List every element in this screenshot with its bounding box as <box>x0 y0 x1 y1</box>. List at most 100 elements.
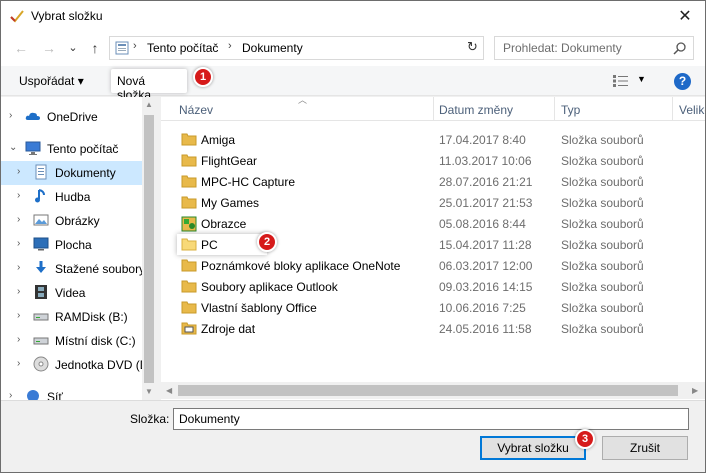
file-name: Amiga <box>201 133 236 147</box>
file-row[interactable]: Obrazce 05.08.2016 8:44 Složka souborů <box>161 213 705 234</box>
sidebar-item-místní-disk-c-[interactable]: › Místní disk (C:) <box>1 329 156 353</box>
file-date: 25.01.2017 21:53 <box>439 196 533 210</box>
breadcrumb-separator: › <box>228 40 232 52</box>
sidebar-item-tento-počítač[interactable]: ⌄ Tento počítač <box>1 137 156 161</box>
cloud-icon <box>25 108 41 124</box>
forward-button[interactable]: → <box>39 39 59 57</box>
sidebar-item-label: Obrázky <box>55 214 100 228</box>
collapsed-chevron-icon[interactable]: › <box>17 310 20 321</box>
folder-icon <box>181 132 197 149</box>
close-button[interactable]: ✕ <box>665 1 705 31</box>
organize-button[interactable]: Uspořádat ▾ <box>19 74 84 88</box>
file-date: 06.03.2017 12:00 <box>439 259 533 273</box>
column-size[interactable]: Velikost <box>679 103 705 117</box>
sidebar-item-ramdisk-b-[interactable]: › RAMDisk (B:) <box>1 305 156 329</box>
collapsed-chevron-icon[interactable]: › <box>17 190 20 201</box>
column-name[interactable]: Název <box>179 103 213 117</box>
computer-icon <box>25 140 41 156</box>
music-icon <box>33 188 49 204</box>
breadcrumb-documents[interactable]: Dokumenty <box>242 41 303 55</box>
file-name: Soubory aplikace Outlook <box>201 280 338 294</box>
collapsed-chevron-icon[interactable]: › <box>17 358 20 369</box>
file-type: Složka souborů <box>561 217 644 231</box>
computer-icon <box>115 41 129 55</box>
back-button[interactable]: ← <box>11 39 31 57</box>
scrollbar-thumb[interactable] <box>178 385 678 396</box>
navigation-pane: › OneDrive ⌄ Tento počítač › Dokumenty › Hudba ›… <box>1 97 156 400</box>
collapsed-chevron-icon[interactable]: › <box>17 166 20 177</box>
search-box[interactable]: Prohledat: Dokumenty <box>494 36 694 60</box>
sidebar-item-plocha[interactable]: › Plocha <box>1 233 156 257</box>
file-row[interactable]: Soubory aplikace Outlook 09.03.2016 14:15… <box>161 276 705 297</box>
search-input[interactable]: Prohledat: Dokumenty <box>503 41 622 55</box>
sidebar-item-onedrive[interactable]: › OneDrive <box>1 105 156 129</box>
sidebar-item-sí-[interactable]: › Síť <box>1 385 156 400</box>
file-name: FlightGear <box>201 154 258 168</box>
new-folder-button[interactable]: Nová složka <box>111 69 187 102</box>
column-type[interactable]: Typ <box>561 103 580 117</box>
file-row[interactable]: PC 15.04.2017 11:28 Složka souborů 2 <box>161 232 705 255</box>
file-row[interactable]: Poznámkové bloky aplikace OneNote 06.03.2… <box>161 255 705 276</box>
scrollbar-thumb[interactable] <box>144 115 154 383</box>
file-date: 10.06.2016 7:25 <box>439 301 526 315</box>
folder-picker-dialog: Vybrat složku ✕ ← → ⌄ ↑ › Tento počítač … <box>0 0 706 473</box>
up-button[interactable]: ↑ <box>85 39 105 57</box>
column-header-row: ︿ Název Datum změny Typ Velikost <box>161 97 705 121</box>
file-name: Poznámkové bloky aplikace OneNote <box>201 259 401 273</box>
collapsed-chevron-icon[interactable]: › <box>17 214 20 225</box>
sidebar-item-stažené-soubory[interactable]: › Stažené soubory <box>1 257 156 281</box>
collapsed-chevron-icon[interactable]: › <box>17 262 20 273</box>
expanded-chevron-icon[interactable]: ⌄ <box>9 142 17 153</box>
download-icon <box>33 260 49 276</box>
sidebar-item-jednotka-dvd-d[interactable]: › Jednotka DVD (D <box>1 353 156 377</box>
file-date: 09.03.2016 14:15 <box>439 280 533 294</box>
file-type: Složka souborů <box>561 238 644 252</box>
sidebar-item-dokumenty[interactable]: › Dokumenty <box>1 161 142 185</box>
folder-name-field[interactable]: Dokumenty <box>173 408 689 430</box>
network-icon <box>25 388 41 400</box>
select-folder-button[interactable]: Vybrat složku <box>480 436 586 460</box>
collapsed-chevron-icon[interactable]: › <box>17 238 20 249</box>
horizontal-scrollbar[interactable]: ◀ ▶ <box>161 382 705 399</box>
file-row[interactable]: Zdroje dat 24.05.2016 11:58 Složka souborů <box>161 318 705 339</box>
sidebar-item-hudba[interactable]: › Hudba <box>1 185 156 209</box>
drive-icon <box>33 308 49 324</box>
step-badge-1: 1 <box>193 67 213 87</box>
cancel-button[interactable]: Zrušit <box>602 436 688 460</box>
file-row[interactable]: Amiga 17.04.2017 8:40 Složka souborů <box>161 129 705 150</box>
refresh-button[interactable]: ↻ <box>467 39 478 55</box>
help-icon[interactable]: ? <box>674 73 691 90</box>
file-name: PC <box>201 238 218 252</box>
sidebar-item-videa[interactable]: › Videa <box>1 281 156 305</box>
checkmark-pen-icon <box>10 10 24 23</box>
folder-icon <box>181 279 197 296</box>
file-name: MPC-HC Capture <box>201 175 296 189</box>
breadcrumb-this-pc[interactable]: Tento počítač <box>147 41 218 55</box>
recent-locations-button[interactable]: ⌄ <box>63 39 83 57</box>
folder-icon <box>181 174 197 191</box>
collapsed-chevron-icon[interactable]: › <box>17 334 20 345</box>
file-type: Složka souborů <box>561 322 644 336</box>
sidebar-item-label: Jednotka DVD (D <box>55 358 149 372</box>
collapsed-chevron-icon[interactable]: › <box>9 390 12 400</box>
file-date: 11.03.2017 10:06 <box>439 154 532 168</box>
column-date-modified[interactable]: Datum změny <box>439 103 513 117</box>
file-row[interactable]: FlightGear 11.03.2017 10:06 Složka souborů <box>161 150 705 171</box>
address-bar[interactable]: › Tento počítač › Dokumenty ⌄ <box>109 36 557 60</box>
file-row[interactable]: My Games 25.01.2017 21:53 Složka souborů <box>161 192 705 213</box>
collapsed-chevron-icon[interactable]: › <box>9 110 12 121</box>
view-dropdown-icon[interactable]: ▼ <box>637 74 646 84</box>
file-type: Složka souborů <box>561 280 644 294</box>
navigation-scrollbar[interactable]: ▲ ▼ <box>142 97 156 400</box>
collapsed-chevron-icon[interactable]: › <box>17 286 20 297</box>
folder-icon <box>181 300 197 317</box>
file-type: Složka souborů <box>561 196 644 210</box>
sidebar-item-obrázky[interactable]: › Obrázky <box>1 209 156 233</box>
dvd-icon <box>33 356 49 372</box>
file-row[interactable]: Vlastní šablony Office 10.06.2016 7:25 Slo… <box>161 297 705 318</box>
file-type: Složka souborů <box>561 259 644 273</box>
file-row[interactable]: MPC-HC Capture 28.07.2016 21:21 Složka sou… <box>161 171 705 192</box>
sidebar-item-label: Tento počítač <box>47 142 119 156</box>
view-options-icon[interactable] <box>613 75 629 87</box>
step-badge-2: 2 <box>257 232 277 252</box>
